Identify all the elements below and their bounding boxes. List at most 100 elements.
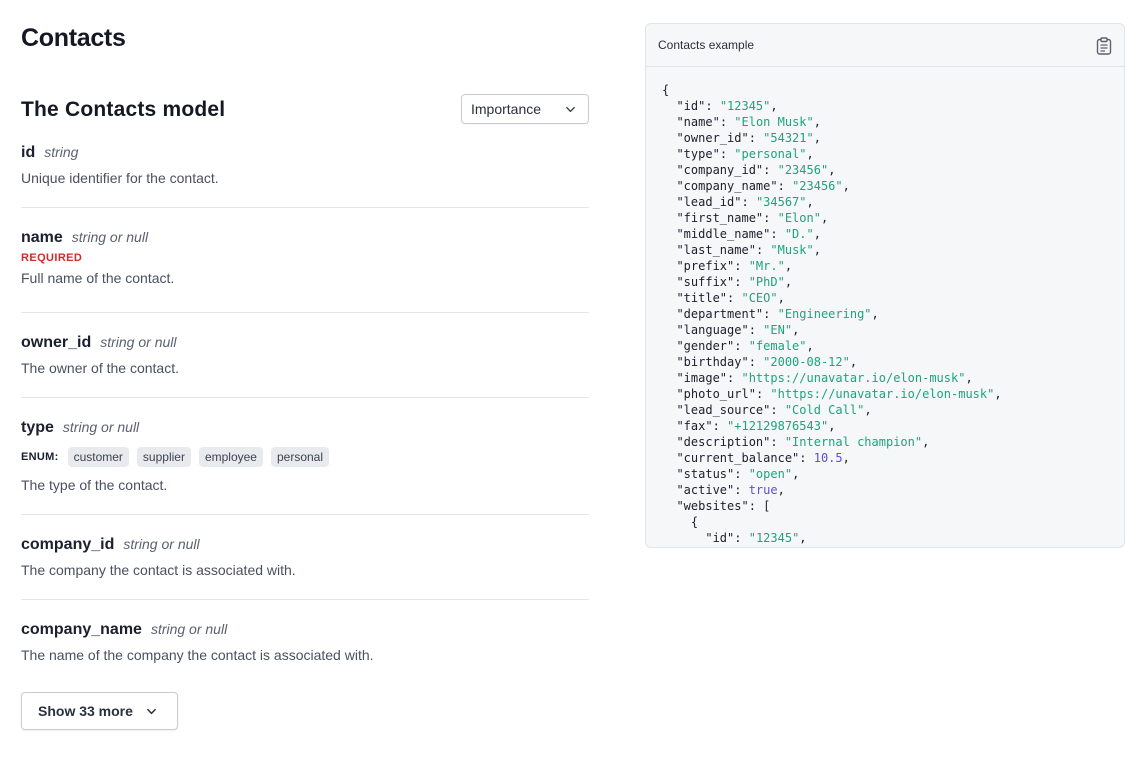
code-line: "prefix": "Mr.", [676,259,793,273]
code-line: "active": true, [676,483,785,497]
show-more-button[interactable]: Show 33 more [21,692,178,730]
code-line: "middle_name": "D.", [676,227,821,241]
code-line: { [662,515,698,529]
sort-select[interactable]: Importance [461,94,589,124]
code-value: "https://unavatar.io/elon-musk" [741,371,966,385]
code-line: "birthday": "2000-08-12", [676,355,858,369]
field-type: string or null [62,419,140,435]
field-description: The name of the company the contact is a… [21,647,374,663]
field-description: The company the contact is associated wi… [21,562,296,578]
code-value: "https://unavatar.io/elon-musk" [770,387,995,401]
code-value: "2000-08-12" [763,355,850,369]
code-line: "owner_id": "54321", [676,131,821,145]
field-type-row: type string or null ENUM: customer suppl… [21,419,589,493]
code-line: "websites": [ [676,499,771,513]
code-line: "description": "Internal champion", [676,435,930,449]
code-line: "lead_source": "Cold Call", [676,403,872,417]
field-name-row: name string or null REQUIRED Full name o… [21,229,589,286]
code-key: "title" [676,291,728,305]
code-key: "lead_source" [676,403,771,417]
code-line: "last_name": "Musk", [676,243,821,257]
field-name: type [21,419,54,436]
field-divider [21,514,589,515]
code-key: "birthday" [676,355,749,369]
field-description: The type of the contact. [21,477,168,493]
chevron-down-icon [566,106,575,113]
code-value: "CEO" [741,291,778,305]
code-line: "first_name": "Elon", [676,211,829,225]
code-line: "id": "12345", [705,531,807,545]
code-value: "Cold Call" [784,403,865,417]
field-id: id string Unique identifier for the cont… [21,144,589,186]
code-value: 10.5 [813,451,843,465]
code-value: "54321" [763,131,814,145]
code-line: "photo_url": "https://unavatar.io/elon-m… [676,387,1002,401]
code-key: "middle_name" [676,227,771,241]
code-value: "Engineering" [777,307,872,321]
code-value: "34567" [755,195,807,209]
code-value: "personal" [734,147,807,161]
code-brace: { [662,83,670,97]
page-title: Contacts [21,24,126,52]
chevron-down-icon [147,708,156,715]
show-more-label: Show 33 more [38,703,133,719]
code-key: "language" [676,323,749,337]
field-divider [21,599,589,600]
code-line: "suffix": "PhD", [676,275,793,289]
field-type: string or null [71,229,149,245]
example-title: Contacts example [658,38,755,52]
code-line: "id": "12345", [676,99,778,113]
code-value: "23456" [777,163,829,177]
field-description: The owner of the contact. [21,360,179,376]
code-value: "PhD" [748,275,785,289]
code-line: "current_balance": 10.5, [676,451,850,465]
enum-chip: customer [67,447,129,467]
example-panel: Contacts example { "id": "12345", "name"… [645,23,1125,548]
field-name: owner_id [21,334,92,351]
field-divider [21,207,589,208]
code-line: "company_id": "23456", [676,163,836,177]
code-line: "status": "open", [676,467,800,481]
example-header: Contacts example [646,24,1124,67]
code-key: "fax" [676,419,713,433]
enum-chip: personal [270,447,330,467]
code-key: "gender" [676,339,735,353]
code-value: "EN" [763,323,793,337]
code-line: "gender": "female", [676,339,814,353]
field-name: company_id [21,536,115,553]
model-title: The Contacts model [21,98,226,121]
field-type: string [44,144,79,160]
code-value: "Elon Musk" [734,115,814,129]
code-value: "23456" [792,179,843,193]
clipboard-icon[interactable] [1096,37,1112,55]
code-value: "D." [784,227,814,241]
code-key: "suffix" [676,275,735,289]
code-line: "company_name": "23456", [676,179,850,193]
code-key: "status" [676,467,735,481]
code-value: "Elon" [777,211,821,225]
sort-select-value: Importance [471,101,542,117]
code-key: "type" [676,147,720,161]
code-brace: { [690,515,699,529]
required-badge: REQUIRED [21,252,83,264]
code-value: "Internal champion" [784,435,923,449]
code-key: "company_name" [676,179,778,193]
code-value: "Musk" [770,243,814,257]
field-description: Full name of the contact. [21,270,175,286]
code-key: "last_name" [676,243,756,257]
field-type: string or null [123,536,200,552]
code-key: "owner_id" [676,131,749,145]
code-key: "photo_url" [676,387,756,401]
code-key: "company_id" [676,163,764,177]
code-key: "image" [676,371,728,385]
field-name: name [21,229,63,246]
code-value: true [748,483,778,497]
code-key: "name" [676,115,720,129]
field-company-id: company_id string or null The company th… [21,536,589,578]
field-divider [21,312,589,313]
field-owner-id: owner_id string or null The owner of the… [21,334,589,376]
code-line: "fax": "+12129876543", [676,419,836,433]
code-line: "type": "personal", [676,147,814,161]
field-type: string or null [150,621,228,637]
field-name: company_name [21,621,142,638]
